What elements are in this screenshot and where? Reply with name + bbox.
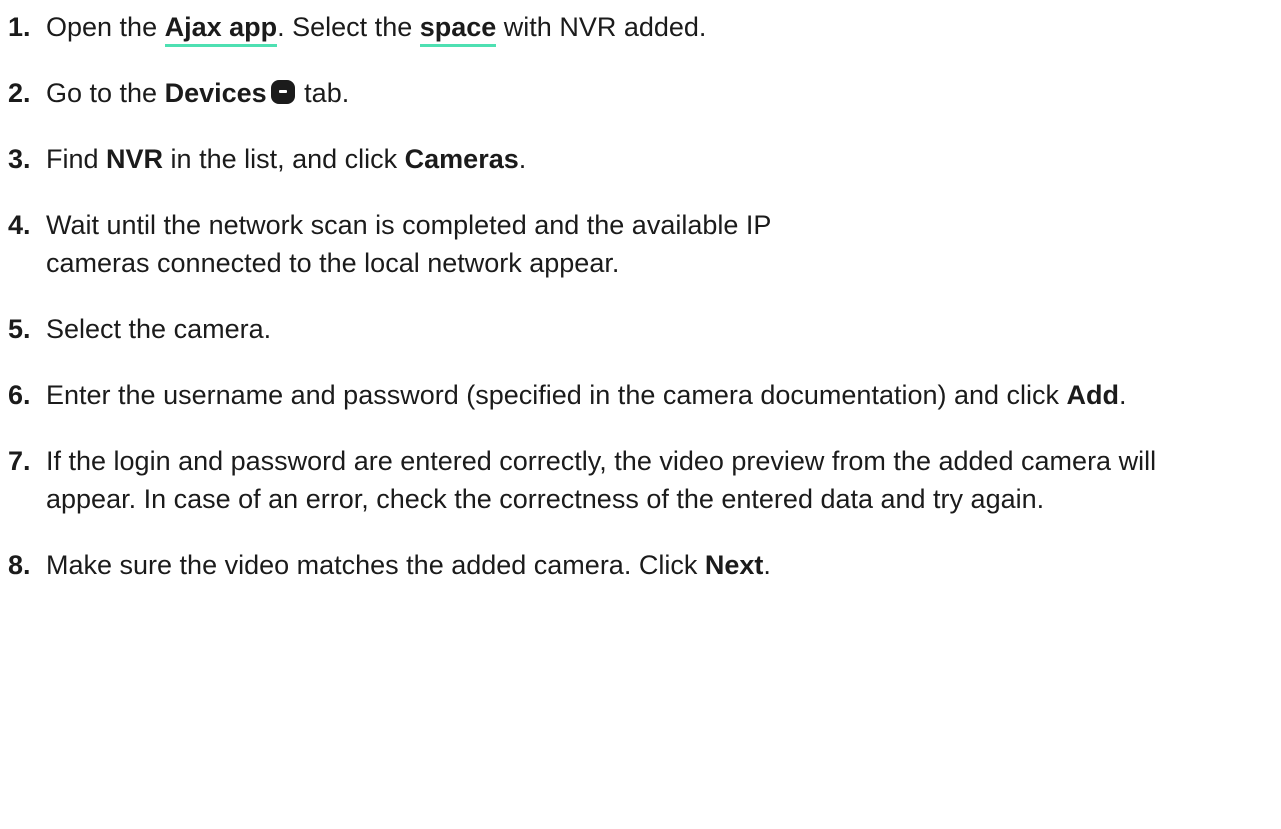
step-number: 8.: [8, 550, 31, 580]
next-label: Next: [704, 550, 764, 580]
space-link[interactable]: space: [419, 12, 497, 47]
step-text: with NVR added.: [496, 12, 707, 42]
step-1: 1. Open the Ajax app. Select the space w…: [0, 8, 1281, 47]
step-number: 7.: [8, 446, 31, 476]
step-text: Find: [46, 144, 107, 174]
step-text: Make sure the video matches the added ca…: [46, 550, 705, 580]
step-text: .: [1119, 380, 1127, 410]
step-8: 8. Make sure the video matches the added…: [0, 546, 1281, 584]
nvr-label: NVR: [106, 144, 164, 174]
step-6: 6. Enter the username and password (spec…: [0, 376, 1281, 414]
step-text: in the list, and click: [163, 144, 405, 174]
step-text: Open the: [46, 12, 165, 42]
devices-tab-icon: [270, 80, 295, 104]
step-7: 7. If the login and password are entered…: [0, 442, 1281, 518]
cameras-label: Cameras: [404, 144, 519, 174]
step-number: 2.: [8, 78, 31, 108]
step-number: 3.: [8, 144, 31, 174]
step-text: Wait until the network scan is completed…: [46, 210, 771, 278]
step-text: If the login and password are entered co…: [46, 446, 1157, 514]
step-3: 3. Find NVR in the list, and click Camer…: [0, 140, 1281, 178]
step-text: Select the camera.: [46, 314, 272, 344]
step-text: Go to the: [46, 78, 165, 108]
add-label: Add: [1066, 380, 1120, 410]
step-5: 5. Select the camera.: [0, 310, 1281, 348]
devices-label: Devices: [164, 78, 267, 108]
step-number: 6.: [8, 380, 31, 410]
step-text: .: [763, 550, 771, 580]
instruction-steps: 1. Open the Ajax app. Select the space w…: [0, 0, 1281, 584]
step-text: .: [518, 144, 527, 174]
step-text: Enter the username and password (specifi…: [46, 380, 1067, 410]
step-4: 4. Wait until the network scan is comple…: [0, 206, 1281, 282]
step-number: 5.: [8, 314, 31, 344]
ajax-app-link[interactable]: Ajax app: [164, 12, 278, 47]
step-2: 2. Go to the Devices tab.: [0, 74, 1281, 112]
step-number: 1.: [8, 12, 31, 42]
step-text: tab.: [296, 78, 350, 108]
step-text: . Select the: [277, 12, 420, 42]
step-number: 4.: [8, 210, 31, 240]
